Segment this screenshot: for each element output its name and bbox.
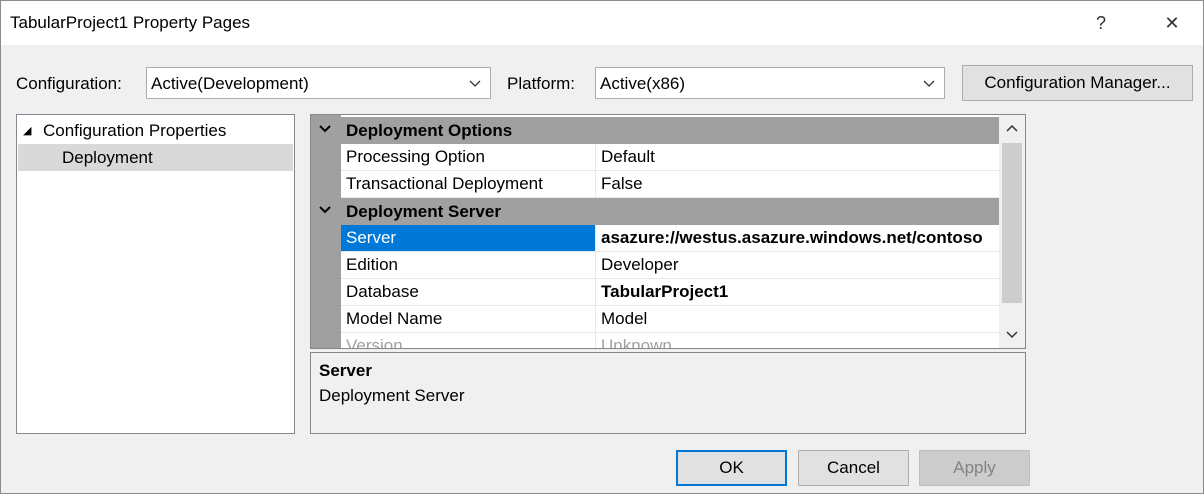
- property-name: Server: [346, 228, 397, 247]
- platform-label: Platform:: [507, 74, 576, 93]
- scroll-up-button[interactable]: [999, 117, 1025, 141]
- cancel-button[interactable]: Cancel: [798, 450, 909, 486]
- configuration-label: Configuration:: [16, 74, 122, 93]
- expand-triangle-icon[interactable]: ◢: [23, 124, 37, 137]
- close-button[interactable]: ✕: [1152, 7, 1192, 39]
- property-row-version[interactable]: Version Unknown: [341, 333, 999, 349]
- description-pane: Server Deployment Server: [310, 352, 1026, 434]
- property-value[interactable]: Default: [601, 147, 655, 167]
- property-name: Version: [346, 336, 403, 349]
- tree-item-deployment[interactable]: Deployment: [18, 144, 293, 171]
- category-tree: ◢ Configuration Properties Deployment: [16, 114, 295, 434]
- description-text: Deployment Server: [319, 386, 465, 405]
- category-label: Deployment Server: [346, 202, 501, 221]
- tree-item-configuration-properties[interactable]: ◢ Configuration Properties: [23, 121, 226, 141]
- ok-button[interactable]: OK: [676, 450, 787, 486]
- title-bar: TabularProject1 Property Pages ? ✕: [1, 1, 1203, 45]
- tree-item-label: Configuration Properties: [43, 121, 227, 140]
- help-icon: ?: [1095, 12, 1106, 33]
- help-button[interactable]: ?: [1081, 7, 1121, 39]
- property-row-server[interactable]: Server asazure://westus.asazure.windows.…: [341, 225, 999, 252]
- category-deployment-server[interactable]: Deployment Server: [311, 198, 999, 225]
- property-name: Model Name: [346, 309, 443, 328]
- window-title: TabularProject1 Property Pages: [10, 13, 251, 32]
- platform-value: Active(x86): [600, 74, 686, 93]
- scroll-thumb[interactable]: [1002, 143, 1022, 303]
- property-row-transactional-deployment[interactable]: Transactional Deployment False: [341, 171, 999, 198]
- close-icon: ✕: [1164, 12, 1180, 33]
- property-name: Edition: [346, 255, 398, 274]
- property-value[interactable]: asazure://westus.asazure.windows.net/con…: [601, 228, 983, 248]
- property-row-model-name[interactable]: Model Name Model: [341, 306, 999, 333]
- configuration-dropdown[interactable]: Active(Development): [146, 67, 491, 99]
- description-title: Server: [319, 361, 372, 380]
- property-name: Database: [346, 282, 419, 301]
- property-row-processing-option[interactable]: Processing Option Default: [341, 144, 999, 171]
- chevron-down-icon: [469, 80, 481, 87]
- property-value: Unknown: [601, 336, 672, 349]
- property-value[interactable]: TabularProject1: [601, 282, 728, 302]
- apply-button: Apply: [919, 450, 1030, 486]
- platform-dropdown[interactable]: Active(x86): [595, 67, 945, 99]
- configuration-value: Active(Development): [151, 74, 309, 93]
- property-name: Transactional Deployment: [346, 174, 543, 193]
- property-grid: Deployment Options Processing Option Def…: [310, 114, 1026, 349]
- configuration-manager-button[interactable]: Configuration Manager...: [962, 65, 1193, 101]
- property-pages-dialog: TabularProject1 Property Pages ? ✕ Confi…: [0, 0, 1204, 494]
- chevron-up-icon: [1006, 124, 1018, 132]
- grid-gutter: [311, 115, 341, 348]
- property-value[interactable]: False: [601, 174, 643, 194]
- property-value[interactable]: Developer: [601, 255, 679, 275]
- chevron-down-icon: [1006, 331, 1018, 339]
- property-row-database[interactable]: Database TabularProject1: [341, 279, 999, 306]
- collapse-chevron-icon[interactable]: [318, 122, 332, 136]
- vertical-scrollbar[interactable]: [999, 115, 1025, 348]
- category-label: Deployment Options: [346, 121, 513, 140]
- property-name: Processing Option: [346, 147, 485, 166]
- chevron-down-icon: [923, 80, 935, 87]
- scroll-down-button[interactable]: [999, 322, 1025, 346]
- category-deployment-options[interactable]: Deployment Options: [311, 117, 999, 144]
- property-value[interactable]: Model: [601, 309, 647, 329]
- collapse-chevron-icon[interactable]: [318, 203, 332, 217]
- tree-item-label: Deployment: [62, 148, 153, 167]
- property-row-edition[interactable]: Edition Developer: [341, 252, 999, 279]
